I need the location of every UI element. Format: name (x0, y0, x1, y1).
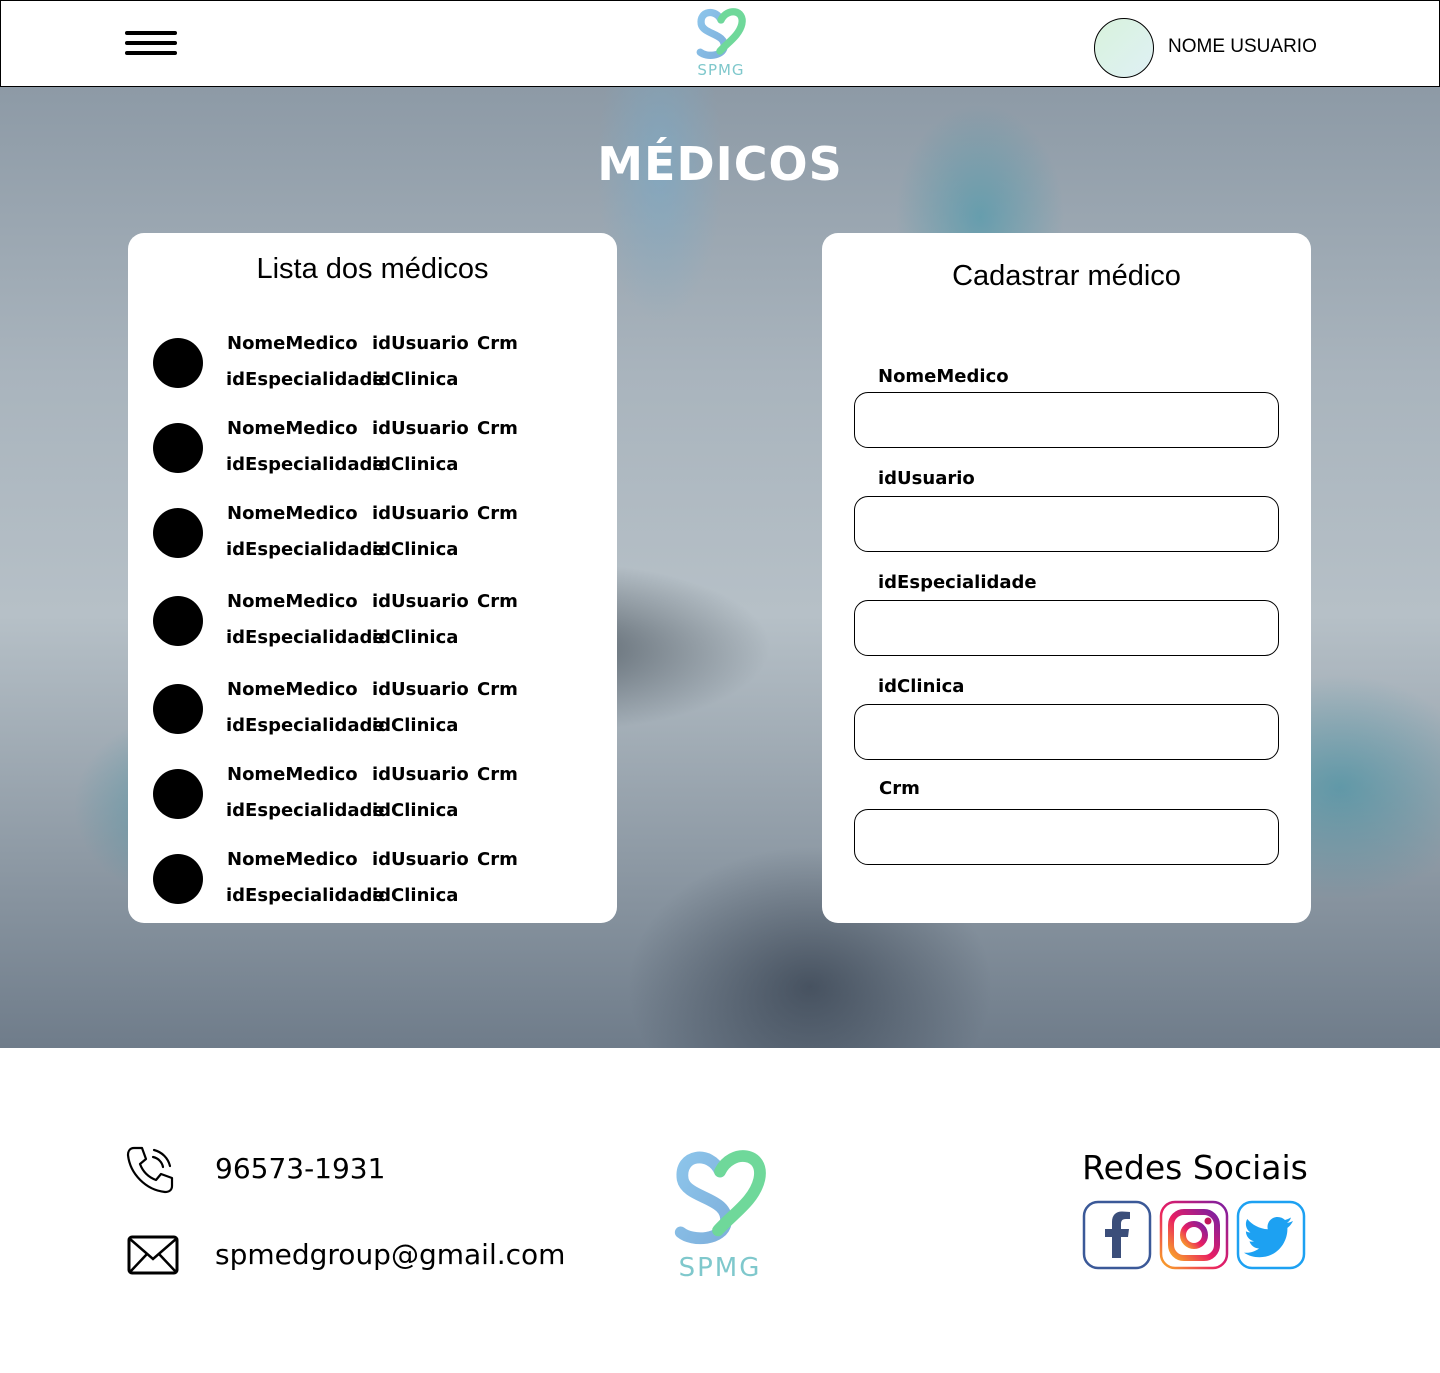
doctor-crm: Crm (477, 418, 518, 439)
doctor-crm: Crm (477, 503, 518, 524)
doctor-id-usuario: idUsuario (372, 503, 469, 524)
doctor-crm: Crm (477, 679, 518, 700)
instagram-icon[interactable] (1159, 1200, 1229, 1270)
register-doctor-card: Cadastrar médico NomeMedico idUsuario id… (822, 233, 1311, 923)
nome-medico-input[interactable] (854, 392, 1279, 448)
footer-spmg-logo[interactable]: SPMG (664, 1144, 776, 1284)
doctor-id-usuario: idUsuario (372, 418, 469, 439)
doctor-list-card: Lista dos médicos NomeMedico idUsuario C… (128, 233, 617, 923)
doctor-crm: Crm (477, 591, 518, 612)
doctor-id-clinica: idClinica (372, 800, 459, 821)
top-header: SPMG NOME USUARIO (0, 0, 1440, 87)
email-address[interactable]: spmedgroup@gmail.com (215, 1238, 565, 1271)
doctor-row[interactable]: NomeMedico idUsuario Crm idEspecialidade… (128, 764, 617, 824)
doctor-row[interactable]: NomeMedico idUsuario Crm idEspecialidade… (128, 849, 617, 909)
doctor-id-especialidade: idEspecialidade (226, 539, 385, 560)
logo-text: SPMG (697, 61, 745, 79)
crm-label: Crm (879, 778, 920, 799)
heart-logo-icon (674, 1150, 766, 1245)
footer-logo-text: SPMG (678, 1253, 762, 1283)
doctor-name: NomeMedico (227, 591, 358, 612)
doctor-avatar (153, 854, 203, 904)
doctor-avatar (153, 684, 203, 734)
doctor-id-especialidade: idEspecialidade (226, 715, 385, 736)
doctor-id-usuario: idUsuario (372, 849, 469, 870)
hero-section: MÉDICOS Lista dos médicos NomeMedico idU… (0, 87, 1440, 1048)
doctor-id-especialidade: idEspecialidade (226, 885, 385, 906)
twitter-icon[interactable] (1236, 1200, 1306, 1270)
doctor-row[interactable]: NomeMedico idUsuario Crm idEspecialidade… (128, 591, 617, 651)
id-especialidade-input[interactable] (854, 600, 1279, 656)
doctor-row[interactable]: NomeMedico idUsuario Crm idEspecialidade… (128, 679, 617, 739)
nome-medico-label: NomeMedico (878, 366, 1009, 387)
doctor-name: NomeMedico (227, 418, 358, 439)
phone-icon (126, 1146, 174, 1194)
doctor-crm: Crm (477, 764, 518, 785)
id-clinica-label: idClinica (878, 676, 965, 697)
doctor-name: NomeMedico (227, 333, 358, 354)
doctor-id-especialidade: idEspecialidade (226, 800, 385, 821)
doctor-row[interactable]: NomeMedico idUsuario Crm idEspecialidade… (128, 333, 617, 393)
doctor-id-clinica: idClinica (372, 369, 459, 390)
phone-number[interactable]: 96573-1931 (215, 1152, 385, 1185)
doctor-id-clinica: idClinica (372, 715, 459, 736)
spmg-logo[interactable]: SPMG (690, 5, 752, 83)
doctor-row[interactable]: NomeMedico idUsuario Crm idEspecialidade… (128, 418, 617, 478)
doctor-avatar (153, 769, 203, 819)
doctor-crm: Crm (477, 333, 518, 354)
avatar[interactable] (1094, 18, 1154, 78)
doctor-name: NomeMedico (227, 503, 358, 524)
doctor-id-usuario: idUsuario (372, 333, 469, 354)
id-usuario-label: idUsuario (878, 468, 975, 489)
doctor-name: NomeMedico (227, 849, 358, 870)
doctor-name: NomeMedico (227, 679, 358, 700)
register-doctor-title: Cadastrar médico (952, 260, 1181, 292)
crm-input[interactable] (854, 809, 1279, 865)
footer: 96573-1931 spmedgroup@gmail.com SPMG Red… (0, 1048, 1440, 1373)
id-especialidade-label: idEspecialidade (878, 572, 1037, 593)
hamburger-menu-icon[interactable] (125, 31, 177, 61)
doctor-id-usuario: idUsuario (372, 764, 469, 785)
email-icon (127, 1235, 179, 1275)
doctor-list-title: Lista dos médicos (256, 253, 489, 285)
user-name[interactable]: NOME USUARIO (1168, 36, 1317, 58)
doctor-id-clinica: idClinica (372, 627, 459, 648)
doctor-id-especialidade: idEspecialidade (226, 627, 385, 648)
doctor-avatar (153, 423, 203, 473)
doctor-crm: Crm (477, 849, 518, 870)
doctor-id-usuario: idUsuario (372, 591, 469, 612)
doctor-name: NomeMedico (227, 764, 358, 785)
doctor-id-clinica: idClinica (372, 539, 459, 560)
doctor-id-especialidade: idEspecialidade (226, 454, 385, 475)
doctor-id-usuario: idUsuario (372, 679, 469, 700)
heart-logo-icon (696, 8, 746, 59)
doctor-avatar (153, 338, 203, 388)
doctor-id-clinica: idClinica (372, 454, 459, 475)
doctor-avatar (153, 596, 203, 646)
id-clinica-input[interactable] (854, 704, 1279, 760)
social-title: Redes Sociais (1082, 1148, 1308, 1187)
page-title: MÉDICOS (597, 137, 843, 191)
doctor-row[interactable]: NomeMedico idUsuario Crm idEspecialidade… (128, 503, 617, 563)
facebook-icon[interactable] (1082, 1200, 1152, 1270)
id-usuario-input[interactable] (854, 496, 1279, 552)
doctor-avatar (153, 508, 203, 558)
doctor-id-especialidade: idEspecialidade (226, 369, 385, 390)
doctor-id-clinica: idClinica (372, 885, 459, 906)
